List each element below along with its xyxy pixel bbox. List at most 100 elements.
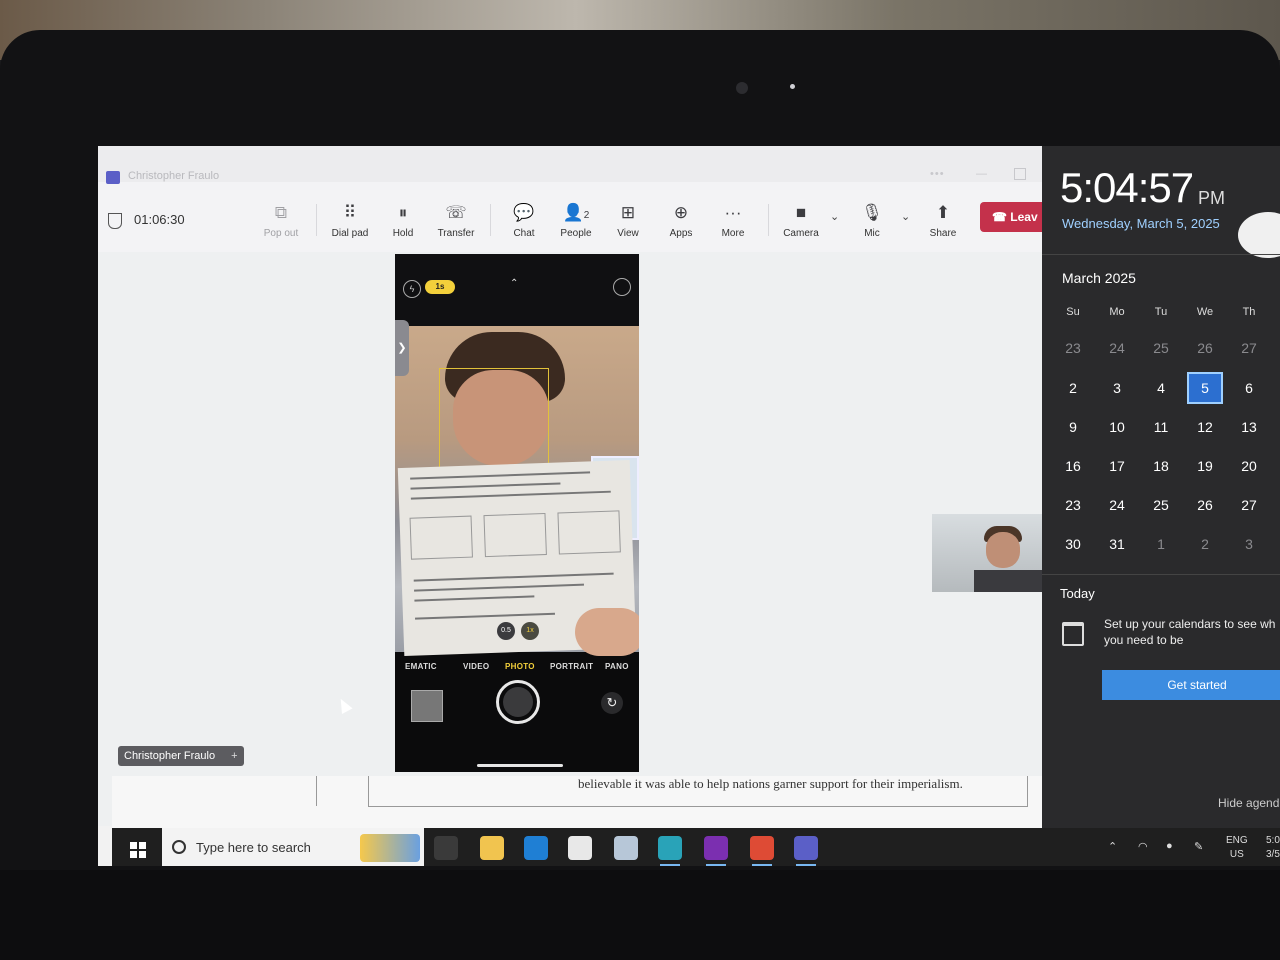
toolbar-divider [490,204,491,236]
teams-icon[interactable] [794,836,818,866]
calendar-day[interactable]: 23 [1055,489,1091,521]
people-label: People [560,228,592,239]
grid-view-icon: ⊞ [620,203,636,222]
flyout-long-date[interactable]: Wednesday, March 5, 2025 [1062,216,1220,231]
mode-portrait[interactable]: PORTRAIT [550,662,593,671]
apps-button[interactable]: ⊕ Apps [654,202,708,239]
calendar-day[interactable]: 6 [1231,372,1267,404]
minimize-button[interactable]: — [976,168,987,180]
mic-options-chevron-icon[interactable]: ⌄ [901,210,910,223]
get-started-button[interactable]: Get started [1102,670,1280,700]
microphone-tray-icon[interactable]: ● [1166,840,1173,852]
zoom-0.5-button[interactable]: 0.5 [497,622,515,640]
calendar-day[interactable]: 25 [1143,332,1179,364]
taskbar-clock[interactable]: 5:0 3/5 [1266,834,1280,862]
taskbar-search-box[interactable]: Type here to search [162,828,424,866]
mode-video[interactable]: VIDEO [463,662,489,671]
outlook-icon[interactable] [524,836,548,860]
calendar-day[interactable]: 2 [1055,372,1091,404]
calendar-day[interactable]: 31 [1099,528,1135,560]
participant-name: Christopher Fraulo [124,750,216,762]
calendar-day[interactable]: 11 [1143,411,1179,443]
calendar-day[interactable]: 30 [1055,528,1091,560]
pause-icon: ⏸ [398,203,408,222]
flip-camera-icon[interactable]: ↻ [601,692,623,714]
calendar-day[interactable]: 20 [1231,450,1267,482]
edge-icon[interactable] [658,836,682,866]
calendar-day[interactable]: 27 [1231,332,1267,364]
webcam-lens [736,82,748,94]
month-label[interactable]: March 2025 [1062,270,1136,286]
camera-button[interactable]: ■ Camera [774,202,828,239]
calendar-day-today[interactable]: 5 [1187,372,1223,404]
zoom-1x-button[interactable]: 1x [521,622,539,640]
pen-icon[interactable]: ✎ [1194,840,1203,853]
last-photo-thumbnail[interactable] [411,690,443,722]
file-explorer-icon[interactable] [480,836,504,860]
webcam-led [790,84,795,89]
calendar-day[interactable]: 13 [1231,411,1267,443]
more-button[interactable]: ··· More [706,202,760,239]
share-label: Share [929,228,957,239]
transfer-button[interactable]: ☏ Transfer [429,202,483,239]
language-indicator[interactable]: ENG US [1226,834,1248,862]
maximize-button[interactable] [1014,168,1026,180]
snipping-tool-icon[interactable] [614,836,638,860]
calendar-day[interactable]: 1 [1143,528,1179,560]
calendar-day[interactable]: 23 [1055,332,1091,364]
calendar-day[interactable]: 2 [1187,528,1223,560]
mode-photo[interactable]: PHOTO [505,662,535,671]
calendar-day[interactable]: 12 [1187,411,1223,443]
task-view-icon[interactable] [434,836,458,860]
wifi-icon[interactable]: ◠ [1138,840,1148,853]
pop-out-button[interactable]: ⧉ Pop out [254,202,308,239]
calendar-day[interactable]: 4 [1143,372,1179,404]
transfer-label: Transfer [437,228,475,239]
calendar-day[interactable]: 24 [1099,332,1135,364]
dial-pad-label: Dial pad [331,228,369,239]
calendar-day[interactable]: 18 [1143,450,1179,482]
search-icon [172,840,186,854]
shutter-button[interactable] [496,680,540,724]
mic-button[interactable]: 🎙 Mic [845,202,899,239]
hold-button[interactable]: ⏸ Hold [376,202,430,239]
hide-agenda-link[interactable]: Hide agend [1218,796,1279,810]
people-button[interactable]: 👤2 People [549,202,603,239]
calendar-day[interactable]: 17 [1099,450,1135,482]
add-icon[interactable]: + [231,750,237,762]
onenote-icon[interactable] [704,836,728,866]
calendar-day[interactable]: 16 [1055,450,1091,482]
window-more-icon[interactable]: ••• [930,168,945,180]
calendar-day[interactable]: 3 [1099,372,1135,404]
phone-transfer-icon: ☏ [445,203,467,222]
dial-pad-button[interactable]: ⠿ Dial pad [323,202,377,239]
calendar-day[interactable]: 24 [1099,489,1135,521]
calendar-day[interactable]: 26 [1187,489,1223,521]
calendar-day[interactable]: 10 [1099,411,1135,443]
chat-icon: 💬 [513,203,535,222]
chat-button[interactable]: 💬 Chat [497,202,551,239]
language-label: ENG [1226,835,1248,846]
view-button[interactable]: ⊞ View [601,202,655,239]
tray-chevron-up-icon[interactable]: ⌃ [1108,840,1117,853]
calendar-day[interactable]: 9 [1055,411,1091,443]
microsoft-store-icon[interactable] [568,836,592,860]
calendar-day[interactable]: 27 [1231,489,1267,521]
calendar-day[interactable]: 26 [1187,332,1223,364]
chrome-icon[interactable] [750,836,774,866]
calendar-day[interactable]: 3 [1231,528,1267,560]
calendar-day[interactable]: 19 [1187,450,1223,482]
mode-pano[interactable]: PANO [605,662,629,671]
person-hand [575,608,639,656]
more-dots-icon: ··· [724,203,742,222]
weekday-tu: Tu [1154,306,1168,318]
mode-cinematic[interactable]: EMATIC [405,662,437,671]
windows-taskbar: Type here to search ⌃ ◠ ● ✎ ENG US 5:0 3… [112,828,1280,866]
expand-panel-tab[interactable]: ❯ [395,320,409,376]
calendar-day[interactable]: 25 [1143,489,1179,521]
camera-options-chevron-icon[interactable]: ⌄ [830,210,839,223]
teams-logo-icon [106,171,120,184]
share-button[interactable]: ⬆ Share [916,202,970,239]
windows-start-icon[interactable] [130,842,146,858]
people-icon: 👤2 [562,203,590,222]
